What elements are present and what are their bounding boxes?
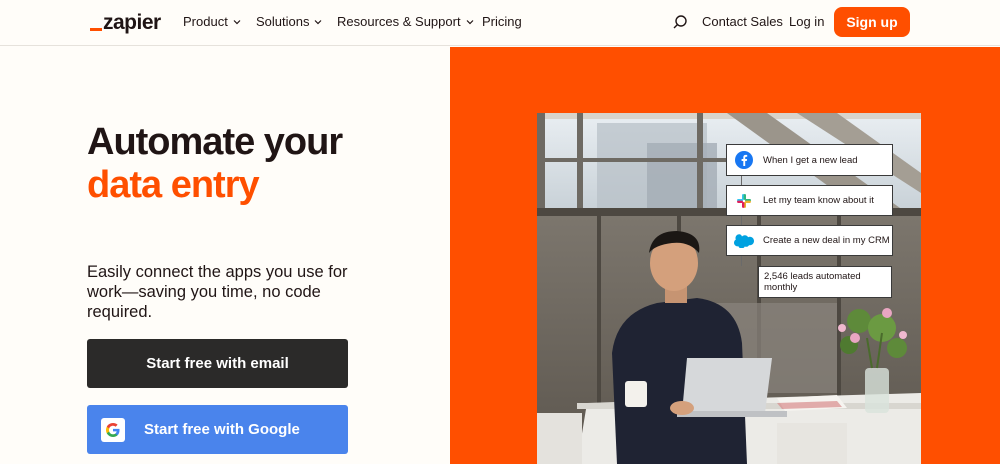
google-icon xyxy=(101,418,125,442)
workflow-step-label: Create a new deal in my CRM xyxy=(763,235,890,246)
top-navigation: zapier Product Solutions Resources & Sup… xyxy=(0,0,1000,46)
nav-pricing-label: Pricing xyxy=(482,14,522,29)
workflow-step-action-1: Let my team know about it xyxy=(726,185,893,216)
signup-button[interactable]: Sign up xyxy=(834,7,910,37)
login-link[interactable]: Log in xyxy=(789,14,824,29)
workflow-connector xyxy=(741,256,742,266)
nav-product-label: Product xyxy=(183,14,228,29)
google-button-label: Start free with Google xyxy=(144,421,300,438)
nav-resources-label: Resources & Support xyxy=(337,14,461,29)
chevron-down-icon xyxy=(233,19,241,24)
hero-subtitle: Easily connect the apps you use for work… xyxy=(87,263,348,321)
nav-solutions[interactable]: Solutions xyxy=(256,14,322,29)
stats-label: 2,546 leads automated monthly xyxy=(764,271,861,293)
zapier-logo[interactable]: zapier xyxy=(90,11,161,35)
nav-pricing[interactable]: Pricing xyxy=(482,14,522,29)
workflow-step-action-2: Create a new deal in my CRM xyxy=(726,225,893,256)
nav-resources-support[interactable]: Resources & Support xyxy=(337,14,474,29)
hero-title-line1: Automate your xyxy=(87,121,343,163)
workflow-step-label: Let my team know about it xyxy=(763,195,874,206)
email-button-label: Start free with email xyxy=(146,355,289,372)
start-free-email-button[interactable]: Start free with email xyxy=(87,339,348,388)
search-icon[interactable] xyxy=(672,14,688,30)
workflow-step-trigger: When I get a new lead xyxy=(726,144,893,176)
slack-icon xyxy=(734,191,754,211)
salesforce-icon xyxy=(734,231,754,251)
workflow-step-label: When I get a new lead xyxy=(763,154,858,166)
logo-text: zapier xyxy=(103,11,161,34)
start-free-google-button[interactable]: Start free with Google xyxy=(87,405,348,454)
workflow-connector xyxy=(741,176,742,185)
workflow-connector xyxy=(741,216,742,225)
automation-stats-badge: 2,546 leads automated monthly xyxy=(758,266,892,298)
facebook-icon xyxy=(734,150,754,170)
chevron-down-icon xyxy=(315,19,322,24)
logo-underscore xyxy=(90,28,102,31)
chevron-down-icon xyxy=(466,19,474,24)
nav-product[interactable]: Product xyxy=(183,14,241,29)
nav-solutions-label: Solutions xyxy=(256,14,310,29)
hero-title-line2: data entry xyxy=(87,164,260,206)
contact-sales-link[interactable]: Contact Sales xyxy=(702,14,783,29)
